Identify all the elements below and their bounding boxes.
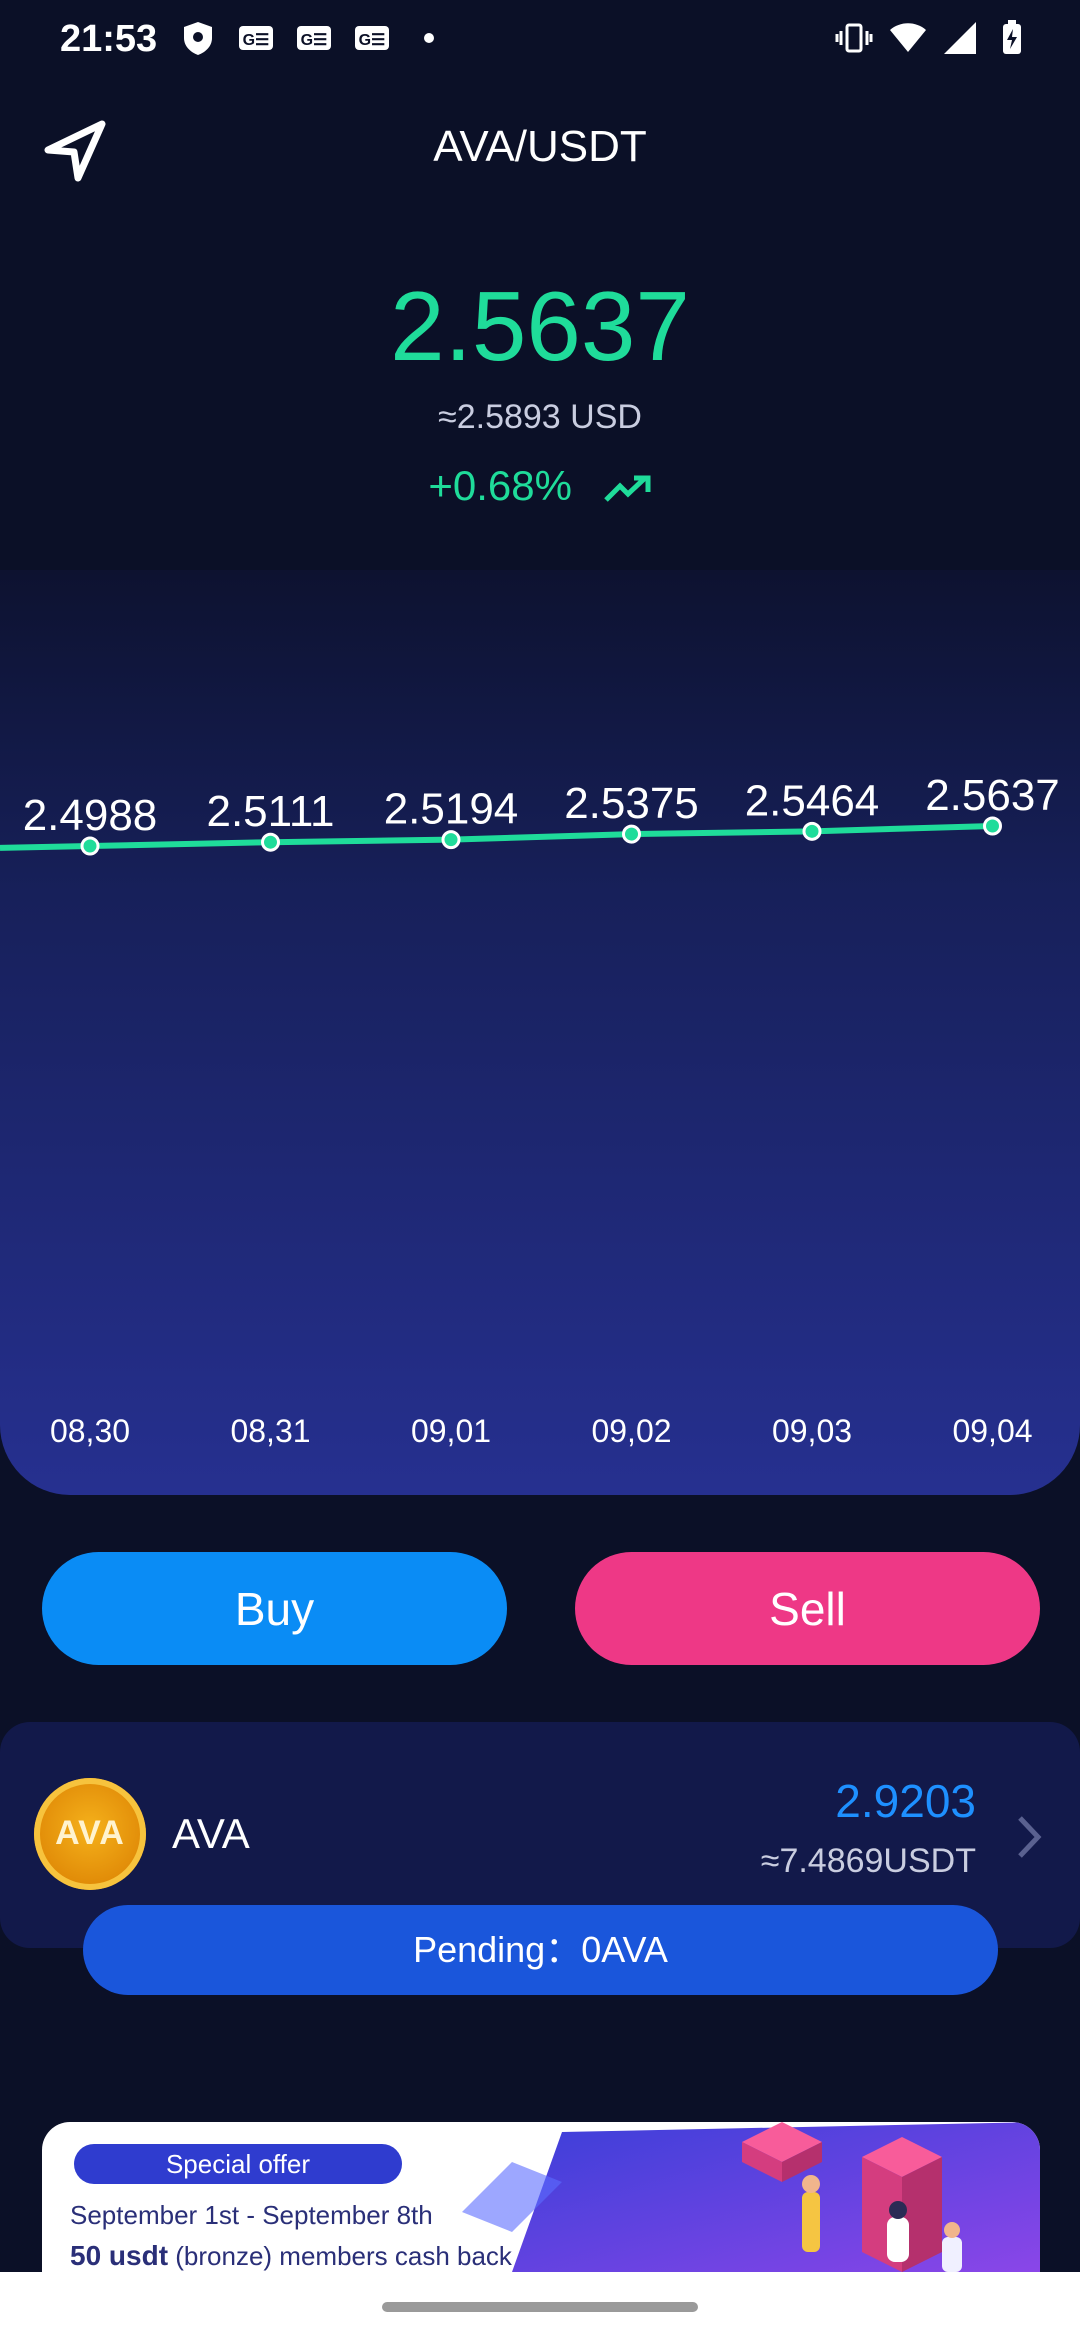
- data-point[interactable]: [622, 824, 641, 844]
- price-change: +0.68%: [0, 462, 1080, 510]
- special-offer-pill: Special offer: [74, 2144, 402, 2184]
- svg-text:G☰: G☰: [243, 32, 270, 49]
- battery-charging-icon: [1003, 20, 1021, 54]
- sell-button[interactable]: Sell: [575, 1552, 1040, 1665]
- data-label: 2.5194: [384, 785, 519, 834]
- data-label: 2.5111: [206, 787, 334, 836]
- svg-text:G☰: G☰: [301, 32, 328, 49]
- chevron-right-icon[interactable]: [1014, 1814, 1044, 1860]
- data-point[interactable]: [441, 830, 461, 850]
- x-tick-label: 09,04: [952, 1413, 1032, 1449]
- data-label: 2.4988: [23, 791, 158, 840]
- data-point[interactable]: [80, 836, 100, 856]
- asset-usdt-equivalent: ≈7.4869USDT: [760, 1842, 976, 1880]
- asset-balance: 2.9203: [835, 1775, 976, 1827]
- status-time: 21:53: [60, 18, 158, 60]
- price-change-value: +0.68%: [428, 462, 572, 509]
- dot-icon: [424, 33, 434, 43]
- price-chart: 2.4988 08,30 2.5111 08,31 2.5194 09,01 2.5375 0…: [0, 771, 1060, 1449]
- ge-icon: G☰: [355, 26, 389, 50]
- data-point[interactable]: [983, 816, 1002, 836]
- vibrate-icon: [835, 23, 873, 53]
- status-bar: 21:53 G☰ G☰ G☰: [0, 0, 1080, 80]
- offer-description: 50 usdt (bronze) members cash back: [70, 2240, 512, 2272]
- page-title: AVA/USDT: [433, 122, 647, 171]
- buy-button[interactable]: Buy: [42, 1552, 507, 1665]
- price-chart-panel: 2.4988 08,30 2.5111 08,31 2.5194 09,01 2.5375 0…: [0, 570, 1080, 1495]
- offer-rest: (bronze) members cash back: [168, 2241, 512, 2271]
- signal-icon: [944, 22, 976, 54]
- asset-name: AVA: [172, 1810, 250, 1857]
- data-label: 2.5637: [925, 771, 1060, 820]
- wifi-icon: [890, 23, 926, 52]
- trending-up-icon: [603, 475, 651, 502]
- svg-text:G☰: G☰: [359, 32, 386, 49]
- ava-coin-logo: AVA: [34, 1778, 146, 1890]
- shield-icon: [184, 22, 212, 55]
- coin-logo-text: AVA: [55, 1814, 125, 1852]
- offer-amount: 50 usdt: [70, 2240, 169, 2271]
- data-label: 2.5464: [745, 776, 880, 825]
- current-price: 2.5637: [390, 271, 690, 381]
- ge-icon: G☰: [239, 26, 273, 50]
- x-tick-label: 09,01: [411, 1413, 491, 1449]
- pending-badge: Pending：0AVA: [83, 1905, 998, 1995]
- x-tick-label: 09,03: [772, 1413, 852, 1449]
- x-tick-label: 08,30: [50, 1413, 130, 1449]
- promo-banner[interactable]: Special offer September 1st - September …: [42, 2122, 1040, 2272]
- offer-dates: September 1st - September 8th: [70, 2200, 433, 2230]
- data-point[interactable]: [802, 821, 822, 841]
- top-bar: AVA/USDT: [0, 100, 1080, 200]
- x-tick-label: 08,31: [230, 1413, 310, 1449]
- home-indicator[interactable]: [382, 2302, 698, 2312]
- data-label: 2.5375: [564, 779, 699, 828]
- ge-icon: G☰: [297, 26, 331, 50]
- usd-equivalent: ≈2.5893 USD: [438, 398, 642, 436]
- x-tick-label: 09,02: [591, 1413, 671, 1449]
- data-point[interactable]: [261, 832, 280, 852]
